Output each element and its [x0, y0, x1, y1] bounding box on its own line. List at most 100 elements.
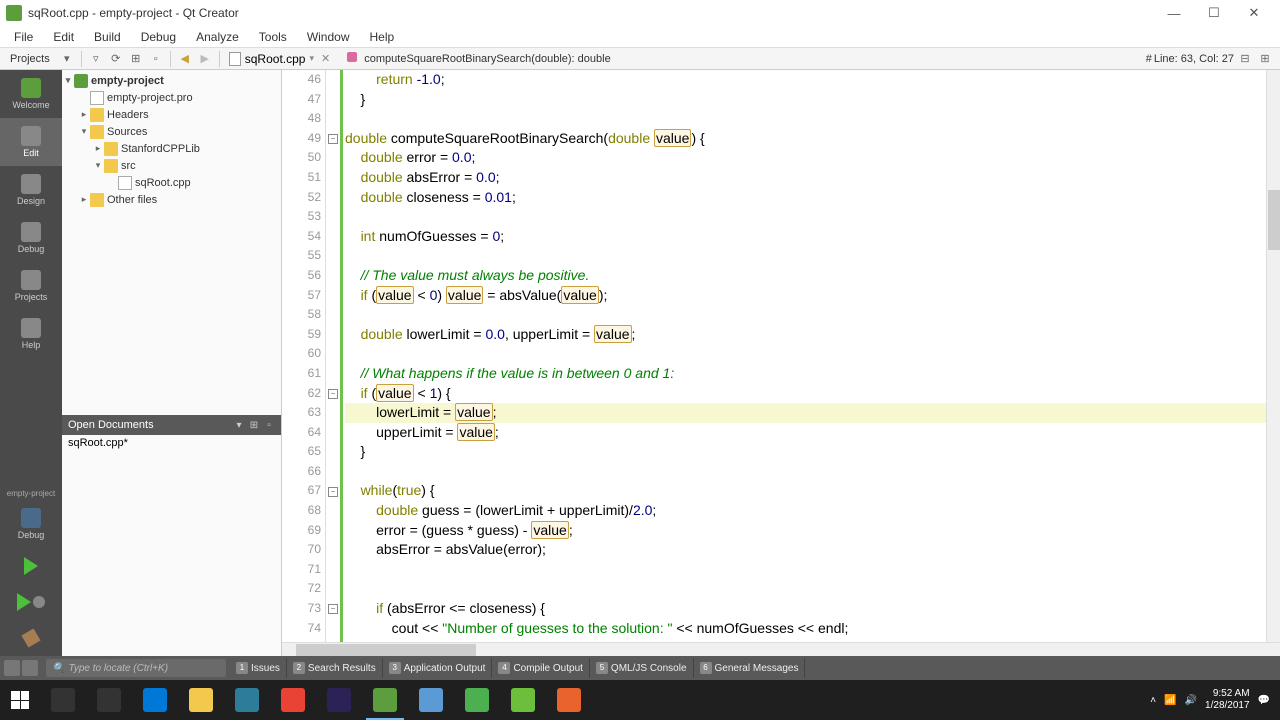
sync-icon[interactable]: ⟳ — [107, 50, 125, 68]
taskbar-store[interactable] — [224, 680, 270, 720]
output-tab-application-output[interactable]: 3Application Output — [383, 658, 493, 678]
mode-edit[interactable]: Edit — [0, 118, 62, 166]
tree-src[interactable]: ▾src — [62, 157, 281, 174]
code-editor[interactable]: 4647484950515253545556575859606162636465… — [282, 70, 1280, 656]
build-button[interactable] — [0, 620, 62, 656]
kit-selector[interactable]: Debug — [0, 500, 62, 548]
kit-label[interactable]: empty-project — [0, 487, 62, 500]
tray-network-icon[interactable]: 📶 — [1164, 695, 1176, 706]
horizontal-scrollbar[interactable] — [282, 642, 1280, 656]
mode-welcome[interactable]: Welcome — [0, 70, 62, 118]
fold-marker[interactable]: − — [328, 604, 338, 614]
taskbar-search[interactable] — [40, 680, 86, 720]
editor-tab[interactable]: sqRoot.cpp ▾ ✕ — [225, 52, 337, 66]
code-content[interactable]: return -1.0; } double computeSquareRootB… — [343, 70, 1280, 656]
file-icon — [229, 52, 241, 66]
menu-analyze[interactable]: Analyze — [186, 28, 249, 46]
taskbar-notepad[interactable] — [408, 680, 454, 720]
fold-marker[interactable]: − — [328, 389, 338, 399]
menu-window[interactable]: Window — [297, 28, 360, 46]
mode-debug[interactable]: Debug — [0, 214, 62, 262]
tree-project-root[interactable]: ▾empty-project — [62, 72, 281, 89]
symbol-dropdown[interactable]: computeSquareRootBinarySearch(double): d… — [341, 52, 1140, 65]
split-v-icon[interactable]: ⊞ — [1256, 50, 1274, 68]
split-h-icon[interactable]: ⊟ — [1236, 50, 1254, 68]
close-tab-icon[interactable]: ✕ — [318, 52, 333, 65]
cursor-position: Line: 63, Col: 27 — [1154, 53, 1234, 65]
close-pane-icon[interactable]: ▫ — [147, 50, 165, 68]
menu-edit[interactable]: Edit — [43, 28, 84, 46]
opendocs-close-icon[interactable]: ▫ — [263, 419, 275, 431]
menubar: FileEditBuildDebugAnalyzeToolsWindowHelp — [0, 26, 1280, 48]
toolbar: Projects ▾ ▿ ⟳ ⊞ ▫ ◀ ▶ sqRoot.cpp ▾ ✕ co… — [0, 48, 1280, 70]
taskbar-app1[interactable] — [454, 680, 500, 720]
output-toggle-icon[interactable] — [4, 660, 20, 676]
open-documents-header: Open Documents ▾ ⊞ ▫ — [62, 415, 281, 435]
close-button[interactable]: ✕ — [1234, 0, 1274, 26]
menu-build[interactable]: Build — [84, 28, 131, 46]
menu-debug[interactable]: Debug — [131, 28, 186, 46]
back-icon[interactable]: ◀ — [176, 50, 194, 68]
windows-taskbar: ˄ 📶 🔊 9:52 AM 1/28/2017 💬 — [0, 680, 1280, 720]
mode-strip: Welcome Edit Design Debug Projects Help … — [0, 70, 62, 656]
opendocs-dropdown-icon[interactable]: ▾ — [233, 419, 245, 431]
opendocs-split-icon[interactable]: ⊞ — [248, 419, 260, 431]
taskbar-eclipse[interactable] — [316, 680, 362, 720]
tree-stanford[interactable]: ▸StanfordCPPLib — [62, 140, 281, 157]
menu-tools[interactable]: Tools — [249, 28, 297, 46]
projects-dropdown[interactable]: Projects — [4, 53, 56, 65]
taskbar-qtcreator[interactable] — [362, 680, 408, 720]
tab-dropdown-icon[interactable]: ▾ — [309, 53, 314, 64]
clock[interactable]: 9:52 AM 1/28/2017 — [1205, 688, 1250, 712]
run-button[interactable] — [0, 548, 62, 584]
titlebar: sqRoot.cpp - empty-project - Qt Creator … — [0, 0, 1280, 26]
taskbar-camtasia[interactable] — [500, 680, 546, 720]
fold-marker[interactable]: − — [328, 134, 338, 144]
filter-icon[interactable]: ▿ — [87, 50, 105, 68]
locator-input[interactable]: 🔍 Type to locate (Ctrl+K) — [46, 659, 226, 677]
dropdown-icon[interactable]: ▾ — [58, 50, 76, 68]
tray-up-icon[interactable]: ˄ — [1150, 695, 1156, 706]
tree-pro-file[interactable]: empty-project.pro — [62, 89, 281, 106]
function-icon — [347, 52, 357, 62]
tree-other[interactable]: ▸Other files — [62, 191, 281, 208]
output-tab-general-messages[interactable]: 6General Messages — [694, 658, 806, 678]
output-tab-qml/js-console[interactable]: 5QML/JS Console — [590, 658, 694, 678]
output-tab-search-results[interactable]: 2Search Results — [287, 658, 383, 678]
system-tray[interactable]: ˄ 📶 🔊 9:52 AM 1/28/2017 💬 — [1140, 688, 1280, 712]
menu-file[interactable]: File — [4, 28, 43, 46]
project-tree: ▾empty-project empty-project.pro ▸Header… — [62, 70, 281, 210]
debug-run-button[interactable] — [0, 584, 62, 620]
mode-projects[interactable]: Projects — [0, 262, 62, 310]
taskbar-explorer[interactable] — [178, 680, 224, 720]
forward-icon[interactable]: ▶ — [196, 50, 214, 68]
output-bar: 🔍 Type to locate (Ctrl+K) 1Issues2Search… — [0, 656, 1280, 680]
taskbar-app2[interactable] — [546, 680, 592, 720]
open-doc-item[interactable]: sqRoot.cpp* — [62, 435, 281, 451]
tree-sqroot-file[interactable]: sqRoot.cpp — [62, 174, 281, 191]
taskbar-chrome[interactable] — [270, 680, 316, 720]
split-icon[interactable]: ⊞ — [127, 50, 145, 68]
menu-help[interactable]: Help — [360, 28, 405, 46]
tree-headers[interactable]: ▸Headers — [62, 106, 281, 123]
tray-volume-icon[interactable]: 🔊 — [1185, 695, 1197, 706]
output-sidebar-icon[interactable] — [22, 660, 38, 676]
mode-help[interactable]: Help — [0, 310, 62, 358]
open-documents-list: sqRoot.cpp* — [62, 435, 281, 451]
vertical-scrollbar[interactable] — [1266, 70, 1280, 642]
start-button[interactable] — [0, 680, 40, 720]
side-panel: ▾empty-project empty-project.pro ▸Header… — [62, 70, 282, 656]
search-icon: 🔍 — [52, 663, 64, 674]
tree-sources[interactable]: ▾Sources — [62, 123, 281, 140]
fold-marker[interactable]: − — [328, 487, 338, 497]
minimize-button[interactable]: — — [1154, 0, 1194, 26]
maximize-button[interactable]: ☐ — [1194, 0, 1234, 26]
taskbar-edge[interactable] — [132, 680, 178, 720]
output-tab-compile-output[interactable]: 4Compile Output — [492, 658, 589, 678]
mode-design[interactable]: Design — [0, 166, 62, 214]
notifications-icon[interactable]: 💬 — [1258, 695, 1270, 706]
hash-label: # — [1146, 53, 1152, 65]
output-tab-issues[interactable]: 1Issues — [230, 658, 287, 678]
open-file-name: sqRoot.cpp — [245, 52, 306, 66]
taskbar-taskview[interactable] — [86, 680, 132, 720]
